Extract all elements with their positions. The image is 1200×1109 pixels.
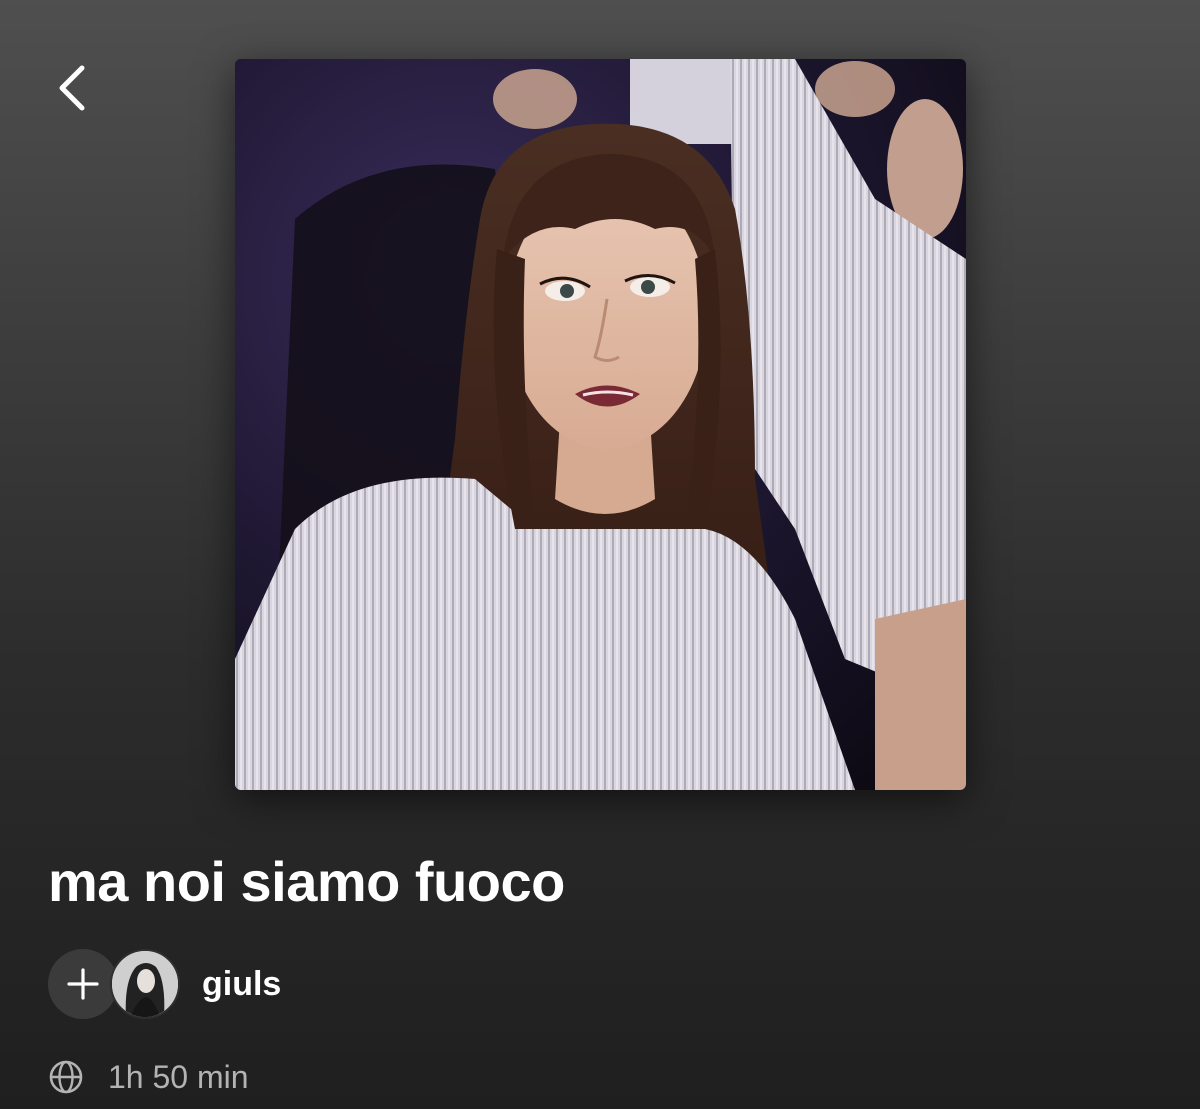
owner-avatar[interactable] [110,949,180,1019]
chevron-left-icon [59,65,85,111]
owner-name[interactable]: giuls [202,965,281,1004]
playlist-meta: 1h 50 min [48,1056,249,1098]
playlist-cover [235,59,966,790]
cover-image [235,59,966,790]
playlist-duration: 1h 50 min [108,1058,249,1095]
playlist-title: ma noi siamo fuoco [48,850,565,913]
back-button[interactable] [40,56,104,120]
plus-icon [67,968,99,1000]
avatar-image [112,951,178,1017]
owner-row: giuls [48,948,281,1020]
globe-icon [49,1060,83,1094]
add-to-library-button[interactable] [48,949,118,1019]
